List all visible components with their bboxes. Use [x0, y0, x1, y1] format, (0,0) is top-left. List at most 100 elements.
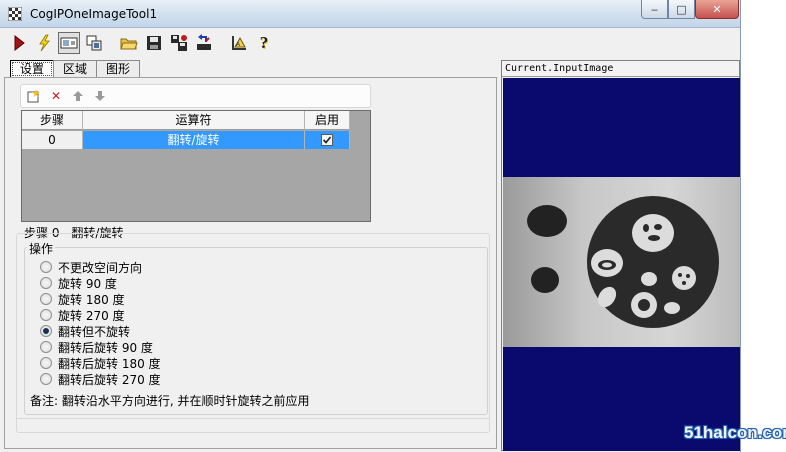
move-up-button[interactable] [70, 88, 86, 104]
close-icon: ✕ [712, 2, 722, 16]
radio-button[interactable] [40, 261, 52, 273]
electric-icon [39, 34, 50, 52]
tab-graphics[interactable]: 图形 [96, 60, 141, 78]
close-button[interactable]: ✕ [695, 0, 739, 19]
app-icon [8, 7, 22, 21]
table-row[interactable]: 0 翻转/旋转 [22, 131, 350, 149]
cell-step: 0 [22, 131, 83, 149]
tool-window: CogIPOneImageTool1 ‒ □ ✕ A ? 设置 区域 图形 ✕ … [0, 0, 741, 452]
blob-shape [678, 273, 682, 277]
move-down-button[interactable] [92, 88, 108, 104]
column-header-enabled[interactable]: 启用 [305, 111, 350, 130]
open-folder-icon [120, 38, 138, 50]
blob-shape [654, 224, 662, 230]
grid-header: 步骤 运算符 启用 [22, 111, 350, 130]
radio-option[interactable]: 翻转后旋转 90 度 [40, 339, 161, 355]
radio-button[interactable] [40, 373, 52, 385]
open-button[interactable] [118, 32, 140, 54]
radio-option[interactable]: 翻转后旋转 270 度 [40, 371, 161, 387]
export-button[interactable] [168, 32, 190, 54]
radio-label: 旋转 270 度 [58, 308, 125, 323]
main-toolbar: A ? [0, 29, 740, 57]
title-bar: CogIPOneImageTool1 ‒ □ ✕ [0, 0, 740, 28]
blob-shape [638, 299, 650, 311]
reset-icon [197, 34, 211, 50]
export-icon [171, 35, 187, 51]
radio-option[interactable]: 翻转后旋转 180 度 [40, 355, 161, 371]
move-up-icon [73, 91, 83, 101]
enabled-checkbox[interactable] [321, 133, 333, 146]
display-toggle-button[interactable] [58, 32, 80, 54]
blob-shape [531, 267, 559, 293]
operation-options: 不更改空间方向 旋转 90 度 旋转 180 度 旋转 270 度 翻转但不旋转… [40, 259, 161, 387]
radio-label: 旋转 180 度 [58, 292, 125, 307]
move-down-icon [95, 91, 105, 101]
image-display-panel: Current.InputImage [501, 60, 740, 451]
maximize-icon: □ [676, 2, 687, 16]
radio-label: 翻转后旋转 270 度 [58, 372, 161, 387]
operation-legend: 操作 [27, 240, 56, 257]
tab-region[interactable]: 区域 [53, 60, 98, 78]
blob-shape [664, 302, 680, 314]
blob-shape [648, 235, 660, 241]
radio-option[interactable]: 旋转 90 度 [40, 275, 161, 291]
radio-option[interactable]: 不更改空间方向 [40, 259, 161, 275]
layout-icon [86, 35, 102, 51]
new-step-icon [27, 89, 40, 103]
radio-option[interactable]: 旋转 180 度 [40, 291, 161, 307]
blob-shape [632, 214, 674, 252]
image-caption: Current.InputImage [502, 61, 739, 77]
radio-option[interactable]: 翻转但不旋转 [40, 323, 161, 339]
blob-shape [682, 281, 686, 285]
radio-label: 翻转后旋转 180 度 [58, 356, 161, 371]
layout-button[interactable] [83, 32, 105, 54]
electric-button[interactable] [33, 32, 55, 54]
run-button[interactable] [8, 32, 30, 54]
radio-option[interactable]: 旋转 270 度 [40, 307, 161, 323]
save-button[interactable] [143, 32, 165, 54]
radio-button[interactable] [40, 357, 52, 369]
radio-button-selected[interactable] [40, 325, 52, 337]
blob-shape [641, 272, 657, 286]
step-section-divider [16, 418, 490, 434]
help-icon: ? [259, 33, 269, 52]
measure-button[interactable]: A [228, 32, 250, 54]
step-grid: 步骤 运算符 启用 0 翻转/旋转 [21, 110, 371, 222]
blob-shape [686, 274, 690, 278]
delete-icon: ✕ [50, 89, 62, 103]
radio-button[interactable] [40, 341, 52, 353]
blob-shape [672, 266, 696, 290]
check-icon [322, 135, 332, 144]
note-text: 备注: 翻转沿水平方向进行, 并在顺时针旋转之前应用 [30, 394, 310, 408]
radio-button[interactable] [40, 309, 52, 321]
save-icon [147, 36, 161, 50]
column-header-operator[interactable]: 运算符 [83, 111, 305, 130]
step-toolbar: ✕ [20, 84, 371, 108]
maximize-button[interactable]: □ [668, 0, 695, 19]
display-toggle-icon [60, 37, 78, 49]
watermark-text: 51halcon.com [684, 423, 786, 442]
radio-label: 翻转但不旋转 [58, 324, 131, 339]
tab-settings[interactable]: 设置 [10, 60, 55, 78]
radio-button[interactable] [40, 277, 52, 289]
blob-shape [643, 224, 649, 232]
image-display[interactable] [503, 78, 740, 451]
cell-operator[interactable]: 翻转/旋转 [83, 131, 305, 149]
help-button[interactable]: ? [253, 32, 275, 54]
minimize-button[interactable]: ‒ [641, 0, 668, 19]
radio-label: 旋转 90 度 [58, 276, 117, 291]
run-icon [14, 35, 25, 51]
tab-strip: 设置 区域 图形 [10, 60, 141, 78]
blob-shape [527, 205, 567, 237]
minimize-icon: ‒ [651, 2, 658, 16]
delete-step-button[interactable]: ✕ [48, 88, 64, 104]
radio-button[interactable] [40, 293, 52, 305]
new-step-button[interactable] [26, 88, 42, 104]
reset-button[interactable] [193, 32, 215, 54]
blob-shape [602, 262, 612, 268]
radio-label: 不更改空间方向 [58, 260, 143, 275]
window-title: CogIPOneImageTool1 [30, 7, 158, 21]
measure-icon: A [232, 36, 246, 50]
cell-enabled [305, 131, 350, 149]
column-header-step[interactable]: 步骤 [22, 111, 83, 130]
